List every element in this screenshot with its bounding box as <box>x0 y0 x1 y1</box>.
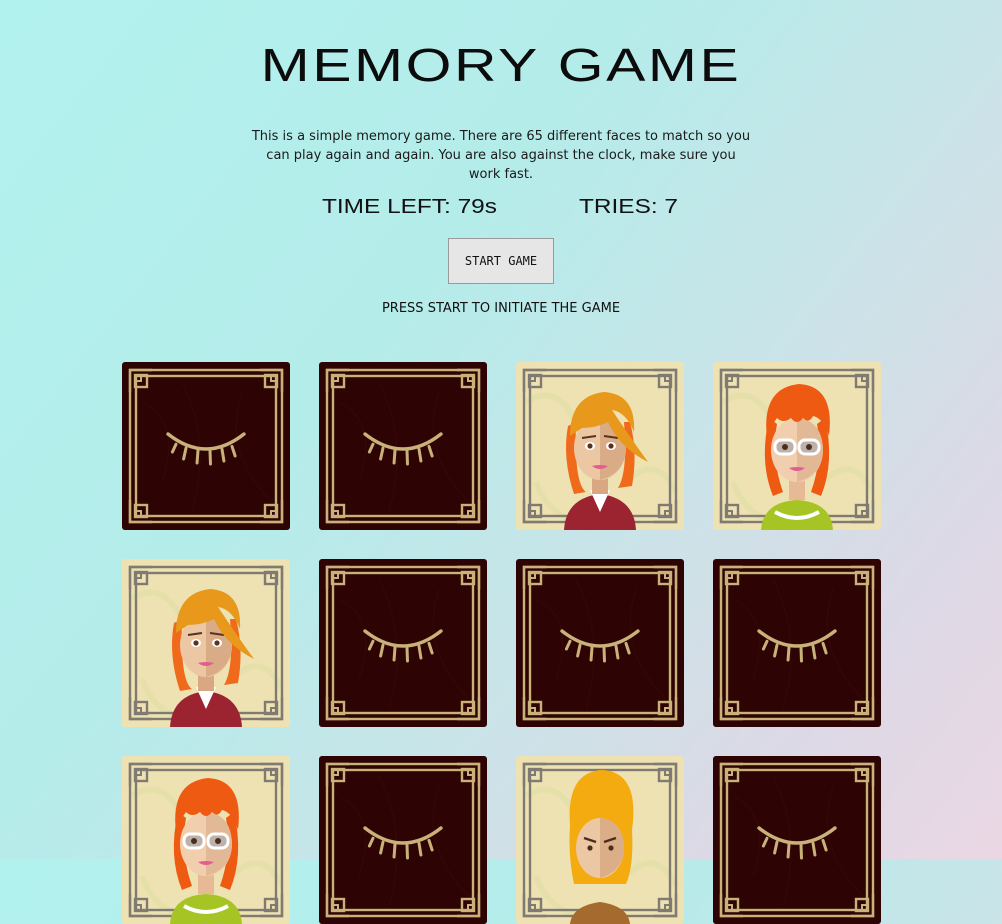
closed-eye-icon <box>319 559 487 727</box>
game-description: This is a simple memory game. There are … <box>251 127 751 184</box>
memory-card-hidden[interactable] <box>122 362 290 530</box>
avatar-red-hair-glasses-green-shirt <box>122 756 290 924</box>
memory-card-revealed[interactable] <box>516 362 684 530</box>
closed-eye-icon <box>319 756 487 924</box>
time-left-counter: TIME LEFT: 79s <box>322 196 497 219</box>
closed-eye-icon <box>516 559 684 727</box>
memory-card-hidden[interactable] <box>319 756 487 924</box>
avatar-yellow-hair-frown <box>516 756 684 924</box>
closed-eye-icon <box>122 362 290 530</box>
memory-card-hidden[interactable] <box>713 559 881 727</box>
stats-bar: TIME LEFT: 79s TRIES: 7 <box>0 196 1002 224</box>
page-title: MEMORY GAME <box>0 38 1002 92</box>
memory-card-hidden[interactable] <box>319 559 487 727</box>
memory-card-hidden[interactable] <box>516 559 684 727</box>
memory-card-hidden[interactable] <box>713 756 881 924</box>
tries-counter: TRIES: 7 <box>579 196 678 219</box>
memory-card-revealed[interactable] <box>122 756 290 924</box>
closed-eye-icon <box>713 756 881 924</box>
start-game-button[interactable]: START GAME <box>448 238 554 284</box>
closed-eye-icon <box>319 362 487 530</box>
avatar-orange-hair-red-sweater <box>516 362 684 530</box>
avatar-red-hair-glasses-green-shirt <box>713 362 881 530</box>
avatar-orange-hair-red-sweater <box>122 559 290 727</box>
memory-card-revealed[interactable] <box>713 362 881 530</box>
memory-card-revealed[interactable] <box>122 559 290 727</box>
status-message: PRESS START TO INITIATE THE GAME <box>0 301 1002 316</box>
memory-card-revealed[interactable] <box>516 756 684 924</box>
closed-eye-icon <box>713 559 881 727</box>
memory-card-hidden[interactable] <box>319 362 487 530</box>
